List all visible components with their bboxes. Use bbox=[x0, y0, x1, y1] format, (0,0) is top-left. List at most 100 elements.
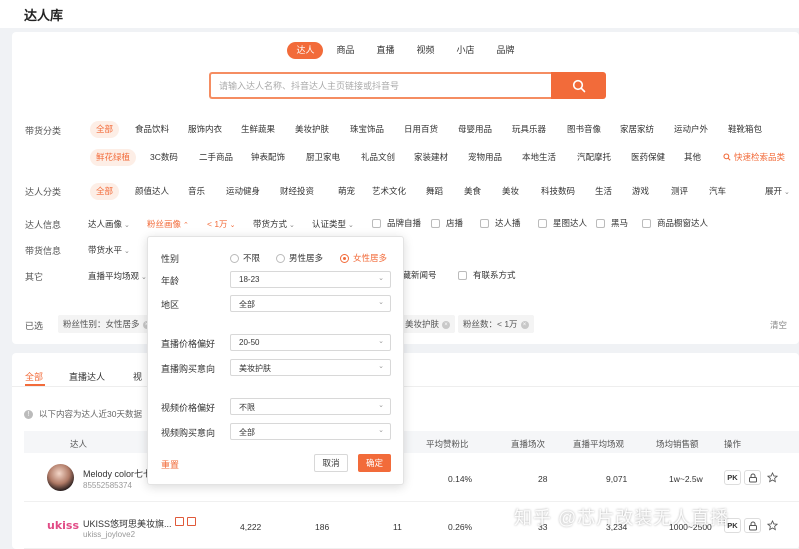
category-chip[interactable]: 日用百货 bbox=[404, 124, 438, 135]
talent-live-checkbox[interactable]: 达人播 bbox=[480, 217, 521, 229]
category-chip[interactable]: 服饰内衣 bbox=[188, 124, 222, 135]
category-chip[interactable]: 艺术文化 bbox=[372, 186, 406, 197]
category-chip[interactable]: 音乐 bbox=[188, 186, 205, 197]
video-intent-select[interactable]: 全部 ⌄ bbox=[230, 423, 391, 440]
category-chip[interactable]: 二手商品 bbox=[199, 152, 233, 163]
talent-profile-dropdown[interactable]: 达人画像 ⌄ bbox=[88, 218, 130, 230]
category-chip[interactable]: 美食 bbox=[464, 186, 481, 197]
category-chip[interactable]: 其他 bbox=[684, 152, 701, 163]
cancel-button[interactable]: 取消 bbox=[314, 454, 348, 472]
talent-name[interactable]: UKISS悠珂思美妆旗... bbox=[83, 517, 172, 530]
goods-info-label: 带货信息 bbox=[25, 246, 62, 256]
dark-horse-checkbox[interactable]: 黑马 bbox=[596, 217, 628, 229]
cert-type-dropdown[interactable]: 认证类型 ⌄ bbox=[312, 218, 354, 230]
expand-button[interactable]: 展开 ⌄ bbox=[765, 186, 790, 198]
col-live-count[interactable]: 直播场次 bbox=[511, 438, 545, 450]
category-chip[interactable]: 汽配摩托 bbox=[577, 152, 611, 163]
confirm-button[interactable]: 确定 bbox=[358, 454, 391, 472]
fan-profile-dropdown[interactable]: 粉丝画像 ⌃ bbox=[147, 218, 189, 230]
category-chip[interactable]: 生鲜蔬果 bbox=[241, 124, 275, 135]
category-chip[interactable]: 科技数码 bbox=[541, 186, 575, 197]
tab-video[interactable]: 视频 bbox=[408, 42, 444, 59]
gender-option-any[interactable]: 不限 bbox=[230, 252, 260, 264]
category-chip[interactable]: 颜值达人 bbox=[135, 186, 169, 197]
selling-level-dropdown[interactable]: 带货水平 ⌄ bbox=[88, 244, 130, 256]
xingtu-talent-checkbox[interactable]: 星图达人 bbox=[538, 217, 587, 229]
close-icon[interactable]: × bbox=[442, 320, 451, 329]
lock-icon bbox=[748, 521, 757, 530]
category-chip[interactable]: 美妆 bbox=[502, 186, 519, 197]
category-chip[interactable]: 舞蹈 bbox=[426, 186, 443, 197]
reset-button[interactable]: 重置 bbox=[161, 458, 179, 471]
tab-talent[interactable]: 达人 bbox=[287, 42, 324, 59]
category-chip[interactable]: 全部 bbox=[90, 183, 120, 200]
favorite-button[interactable] bbox=[764, 518, 781, 533]
quick-search-category[interactable]: 快速检索品类 bbox=[723, 152, 785, 163]
brand-self-live-checkbox[interactable]: 品牌自播 bbox=[372, 217, 421, 229]
category-chip[interactable]: 宠物用品 bbox=[468, 152, 502, 163]
category-chip[interactable]: 萌宠 bbox=[338, 186, 355, 197]
close-icon[interactable]: × bbox=[520, 320, 529, 329]
window-talent-checkbox[interactable]: 商品橱窗达人 bbox=[642, 217, 708, 229]
category-chip[interactable]: 本地生活 bbox=[522, 152, 556, 163]
category-chip[interactable]: 财经投资 bbox=[280, 186, 314, 197]
tab-live-talent[interactable]: 直播达人 bbox=[69, 370, 105, 383]
tab-all[interactable]: 全部 bbox=[25, 370, 43, 383]
col-live-avg-views[interactable]: 直播平均场观 bbox=[573, 438, 624, 450]
table-row[interactable]: Melody color七七彩 85552585374 0.14% 28 9,0… bbox=[24, 453, 799, 502]
category-chip[interactable]: 汽车 bbox=[709, 186, 726, 197]
clear-button[interactable]: 清空 bbox=[770, 319, 787, 331]
has-contact-checkbox[interactable]: 有联系方式 bbox=[458, 269, 516, 281]
col-avg-sales[interactable]: 场均销售额 bbox=[656, 438, 699, 450]
fan-count-dropdown[interactable]: < 1万 ⌄ bbox=[207, 218, 235, 230]
category-chip[interactable]: 运动户外 bbox=[674, 124, 708, 135]
tab-shop[interactable]: 小店 bbox=[448, 42, 484, 59]
tab-product[interactable]: 商品 bbox=[327, 42, 363, 59]
category-chip[interactable]: 测评 bbox=[671, 186, 688, 197]
live-avg-views-dropdown[interactable]: 直播平均场观 ⌄ bbox=[88, 270, 147, 282]
category-chip[interactable]: 图书音像 bbox=[567, 124, 601, 135]
category-chip[interactable]: 家装建材 bbox=[414, 152, 448, 163]
gender-option-female[interactable]: 女性居多 bbox=[340, 252, 387, 264]
category-chip[interactable]: 珠宝饰品 bbox=[350, 124, 384, 135]
video-price-select[interactable]: 不限 ⌄ bbox=[230, 398, 391, 415]
category-chip[interactable]: 医药保健 bbox=[631, 152, 665, 163]
category-chip[interactable]: 3C数码 bbox=[150, 152, 178, 163]
selling-method-dropdown[interactable]: 带货方式 ⌄ bbox=[253, 218, 295, 230]
video-price-value: 不限 bbox=[239, 403, 255, 412]
search-button[interactable] bbox=[551, 72, 606, 99]
col-avg-like-ratio[interactable]: 平均赞粉比 bbox=[426, 438, 469, 450]
category-chip[interactable]: 生活 bbox=[595, 186, 612, 197]
gender-option-male[interactable]: 男性居多 bbox=[276, 252, 323, 264]
age-select[interactable]: 18-23 ⌄ bbox=[230, 271, 391, 288]
category-chip[interactable]: 全部 bbox=[90, 121, 120, 138]
category-chip[interactable]: 钟表配饰 bbox=[251, 152, 285, 163]
contact-button[interactable] bbox=[744, 470, 761, 485]
region-select[interactable]: 全部 ⌄ bbox=[230, 295, 391, 312]
category-chip[interactable]: 美妆护肤 bbox=[295, 124, 329, 135]
filter-panel: 达人 商品 直播 视频 小店 品牌 带货分类 全部食品饮料服饰内衣生鲜蔬果美妆护… bbox=[12, 32, 799, 344]
pk-button[interactable]: PK bbox=[724, 470, 741, 485]
live-intent-select[interactable]: 美妆护肤 ⌄ bbox=[230, 359, 391, 376]
live-price-value: 20-50 bbox=[239, 338, 260, 347]
tab-live[interactable]: 直播 bbox=[367, 42, 403, 59]
category-chip[interactable]: 礼品文创 bbox=[361, 152, 395, 163]
category-chip[interactable]: 厨卫家电 bbox=[306, 152, 340, 163]
category-chip[interactable]: 母婴用品 bbox=[458, 124, 492, 135]
search-input[interactable] bbox=[219, 78, 539, 93]
category-chip[interactable]: 运动健身 bbox=[226, 186, 260, 197]
category-chip[interactable]: 玩具乐器 bbox=[512, 124, 546, 135]
metric-3: 11 bbox=[393, 522, 402, 532]
store-live-checkbox[interactable]: 店播 bbox=[431, 217, 463, 229]
category-chip[interactable]: 鞋靴箱包 bbox=[728, 124, 762, 135]
chevron-down-icon: ⌄ bbox=[229, 222, 236, 229]
category-chip[interactable]: 鲜花绿植 bbox=[90, 149, 137, 166]
tab-brand[interactable]: 品牌 bbox=[488, 42, 524, 59]
category-chip[interactable]: 游戏 bbox=[632, 186, 649, 197]
live-price-select[interactable]: 20-50 ⌄ bbox=[230, 334, 391, 351]
contact-button[interactable] bbox=[744, 518, 761, 533]
category-chip[interactable]: 食品饮料 bbox=[135, 124, 169, 135]
category-chip[interactable]: 家居家纺 bbox=[620, 124, 654, 135]
tab-video-talent[interactable]: 视 bbox=[133, 370, 142, 383]
favorite-button[interactable] bbox=[764, 470, 781, 485]
